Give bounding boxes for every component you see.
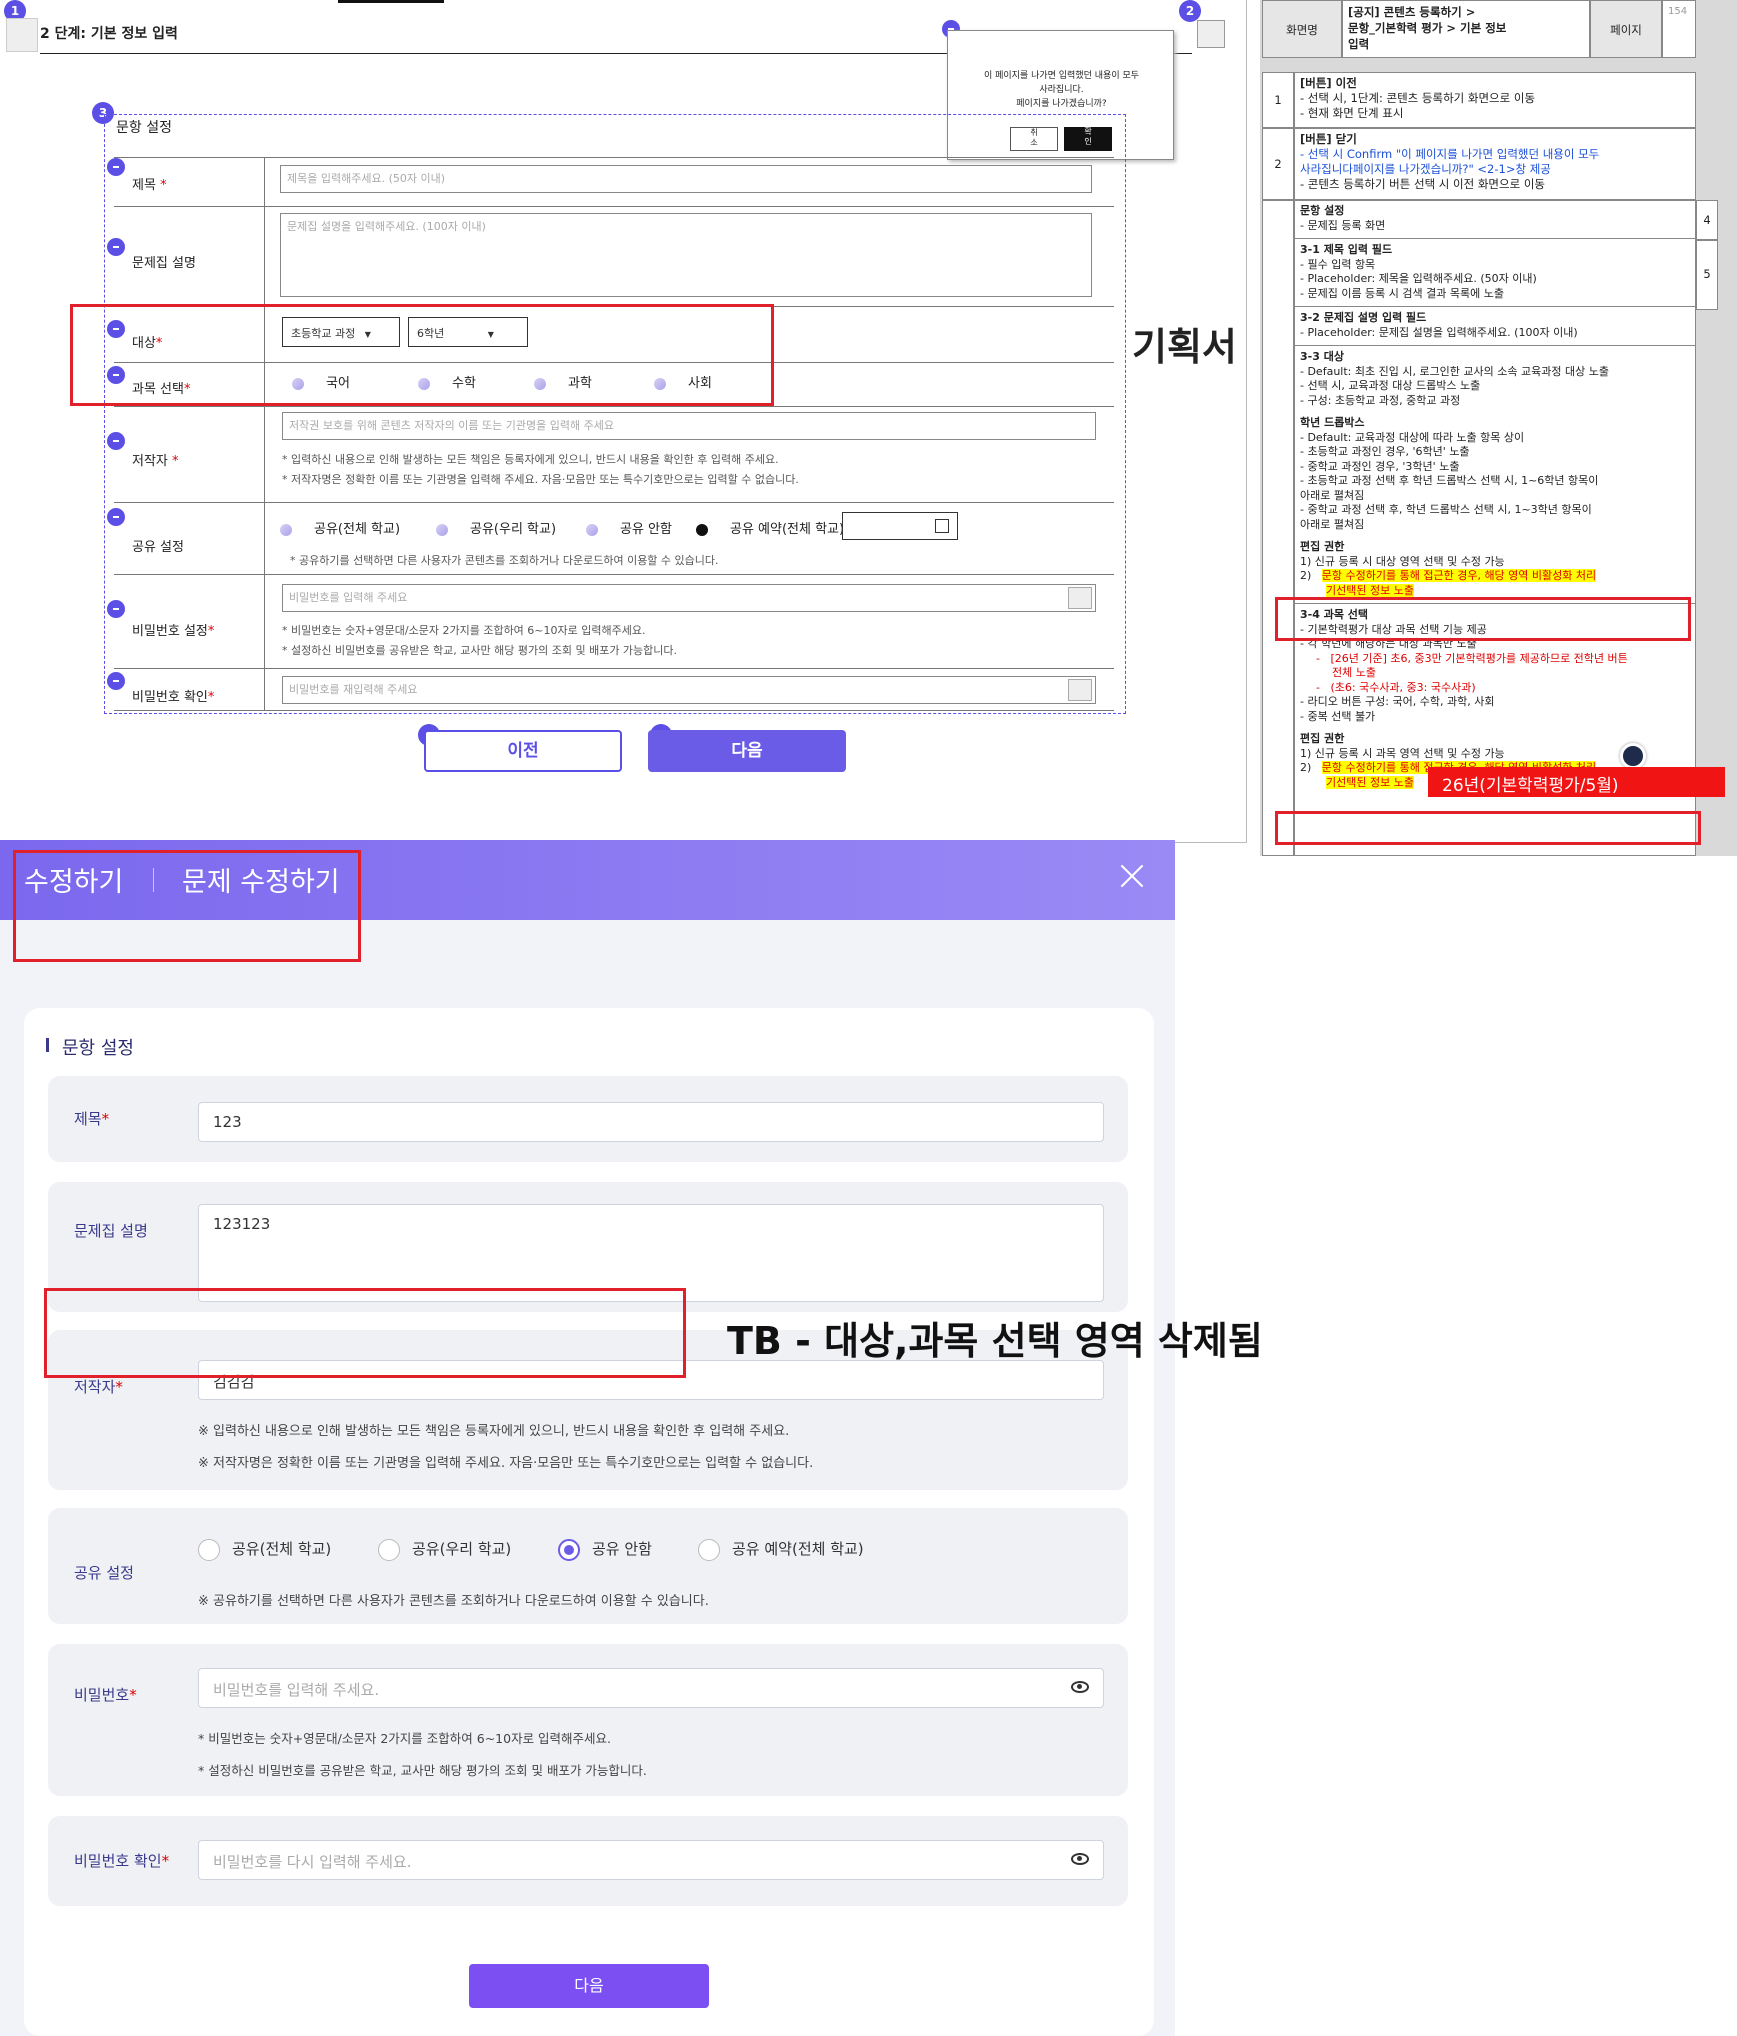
pwc-toggle-icon[interactable] <box>1068 679 1092 701</box>
share-note: * 공유하기를 선택하면 다른 사용자가 콘텐츠를 조회하거나 다운로드하여 이… <box>290 554 719 567</box>
spec-header-screen: 화면명 <box>1262 0 1342 58</box>
eye-icon[interactable] <box>1071 1681 1089 1693</box>
close-icon[interactable] <box>1120 864 1144 888</box>
spec-table: 화면명 [공지] 콘텐츠 등록하기 > 문항_기본학력 평가 > 기본 정보 입… <box>1260 0 1737 856</box>
next-button[interactable]: 다음 <box>469 1964 709 2008</box>
title-section: 제목* 123 <box>48 1076 1128 1162</box>
title-input[interactable]: 제목을 입력해주세요. (50자 이내) <box>280 165 1092 193</box>
calendar-icon[interactable] <box>935 519 949 533</box>
badge-2: 2 <box>1179 0 1201 22</box>
spec-page-no: 154 <box>1662 0 1696 58</box>
pw-note-1: * 비밀번호는 숫자+영문대/소문자 2가지를 조합하여 6~10자로 입력해주… <box>198 1731 612 1746</box>
share-label: 공유 설정 <box>74 1564 134 1582</box>
prev-step-icon[interactable] <box>6 18 38 52</box>
author-label: 저작자 <box>132 454 168 469</box>
share-radio-2[interactable]: 공유 안함 <box>558 1538 652 1561</box>
pwc-section: 비밀번호 확인* 비밀번호를 다시 입력해 주세요. <box>48 1816 1128 1906</box>
author-note-1: ※ 입력하신 내용으로 인해 발생하는 모든 책임은 등록자에게 있으니, 반드… <box>198 1424 790 1439</box>
pw-label: 비밀번호 설정 <box>132 624 208 639</box>
reserve-date-input[interactable] <box>842 512 958 540</box>
pw-section: 비밀번호* 비밀번호를 입력해 주세요. * 비밀번호는 숫자+영문대/소문자 … <box>48 1644 1128 1796</box>
spec-num-5: 5 <box>1696 240 1718 310</box>
red-tag: 26년(기본학력평가/5월) <box>1428 767 1725 797</box>
marker-3-2 <box>107 238 125 256</box>
desc-input[interactable]: 문제집 설명을 입력해주세요. (100자 이내) <box>280 213 1092 297</box>
edit-modal: 수정하기 문제 수정하기 문항 설정 제목* 123 문제집 설명 123123… <box>0 840 1263 2036</box>
share-radio-0[interactable]: 공유(전체 학교) <box>280 518 400 537</box>
desc-label: 문제집 설명 <box>132 256 196 271</box>
share-radio-0[interactable]: 공유(전체 학교) <box>198 1538 331 1561</box>
pwc-label: 비밀번호 확인 <box>132 690 208 705</box>
pw-label: 비밀번호 <box>74 1686 130 1704</box>
spec-row-1: [버튼] 이전 - 선택 시, 1단계: 콘텐츠 등록하기 화면으로 이동 - … <box>1294 72 1696 128</box>
author-label: 저작자 <box>74 1378 116 1396</box>
pwc-input[interactable]: 비밀번호를 재입력해 주세요 <box>282 676 1096 704</box>
spec-header-page: 페이지 <box>1590 0 1662 58</box>
pw-note-2: * 설정하신 비밀번호를 공유받은 학교, 교사만 해당 평가의 조회 및 배포… <box>282 644 678 657</box>
spec-highlight-1 <box>1275 597 1691 641</box>
pw-input[interactable]: 비밀번호를 입력해 주세요. <box>198 1668 1104 1708</box>
dialog-line1: 이 페이지를 나가면 입력했던 내용이 모두 <box>983 71 1140 81</box>
section-title: 문항 설정 <box>62 1038 134 1059</box>
annotation-text: TB - 대상,과목 선택 영역 삭제됨 <box>727 1319 1263 1363</box>
wireframe-panel: 1 2 단계: 기본 정보 입력 2 이 페이지를 나가면 입력했던 내용이 모… <box>0 0 1247 843</box>
share-section: 공유 설정 공유(전체 학교) 공유(우리 학교) 공유 안함 공유 예약(전체… <box>48 1508 1128 1624</box>
pwc-label: 비밀번호 확인 <box>74 1852 162 1870</box>
spec-highlight-2 <box>1275 811 1701 845</box>
share-radio-1[interactable]: 공유(우리 학교) <box>436 518 556 537</box>
marker-3-1 <box>107 158 125 176</box>
spec-row-2-no: 2 <box>1262 128 1294 200</box>
tab-indicator <box>338 0 444 3</box>
highlight-removed-area <box>44 1288 686 1378</box>
marker-3-5 <box>107 432 125 450</box>
prev-button[interactable]: 이전 <box>424 730 622 772</box>
eye-icon[interactable] <box>1071 1853 1089 1865</box>
form-card: 문항 설정 제목* 123 문제집 설명 123123 저작자* 김김김 ※ 입… <box>24 1008 1154 2036</box>
dialog-line2: 사라집니다. <box>1039 85 1084 95</box>
spec-num-4: 4 <box>1696 200 1718 240</box>
share-radio-3[interactable]: 공유 예약(전체 학교) <box>696 518 844 537</box>
highlight-target-subject <box>70 304 774 406</box>
title-label: 제목 <box>132 178 156 193</box>
share-radio-1[interactable]: 공유(우리 학교) <box>378 1538 511 1561</box>
author-note-2: ※ 저작자명은 정확한 이름 또는 기관명을 입력해 주세요. 자음·모음만 또… <box>198 1456 814 1471</box>
marker-3-8 <box>107 672 125 690</box>
close-icon[interactable] <box>1197 20 1225 48</box>
share-radio-3[interactable]: 공유 예약(전체 학교) <box>698 1538 864 1561</box>
spec-row-1-no: 1 <box>1262 72 1294 128</box>
spec-row-2: [버튼] 닫기 - 선택 시 Confirm "이 페이지를 나가면 입력했던 … <box>1294 128 1696 200</box>
author-note-1: * 입력하신 내용으로 인해 발생하는 모든 책임은 등록자에게 있으니, 반드… <box>282 453 779 466</box>
author-note-2: * 저작자명은 정확한 이름 또는 기관명을 입력해 주세요. 자음·모음만 또… <box>282 473 799 486</box>
highlight-tabs <box>13 850 361 962</box>
share-note: ※ 공유하기를 선택하면 다른 사용자가 콘텐츠를 조회하거나 다운로드하여 이… <box>198 1594 709 1609</box>
pw-input[interactable]: 비밀번호를 입력해 주세요 <box>282 584 1096 612</box>
marker-3-6 <box>107 508 125 526</box>
pwc-input[interactable]: 비밀번호를 다시 입력해 주세요. <box>198 1840 1104 1880</box>
pw-toggle-icon[interactable] <box>1068 587 1092 609</box>
author-input[interactable]: 저작권 보호를 위해 콘텐츠 저작자의 이름 또는 기관명을 입력해 주세요 <box>282 412 1096 440</box>
spec-header-path: [공지] 콘텐츠 등록하기 > 문항_기본학력 평가 > 기본 정보 입력 <box>1342 0 1590 58</box>
side-label: 기획서 <box>1132 325 1237 369</box>
step-title: 2 단계: 기본 정보 입력 <box>40 26 178 42</box>
pw-note-2: * 설정하신 비밀번호를 공유받은 학교, 교사만 해당 평가의 조회 및 배포… <box>198 1763 647 1778</box>
marker-3-7 <box>107 600 125 618</box>
dialog-line3: 페이지를 나가겠습니까? <box>1016 99 1107 109</box>
title-label: 제목 <box>74 1110 102 1128</box>
floating-assistant-icon[interactable] <box>1620 743 1646 769</box>
title-input[interactable]: 123 <box>198 1102 1104 1142</box>
next-button-wire[interactable]: 다음 <box>648 730 846 772</box>
pw-note-1: * 비밀번호는 숫자+영문대/소문자 2가지를 조합하여 6~10자로 입력해주… <box>282 624 646 637</box>
share-radio-2[interactable]: 공유 안함 <box>586 518 672 537</box>
share-label: 공유 설정 <box>132 540 184 555</box>
desc-label: 문제집 설명 <box>74 1222 148 1240</box>
